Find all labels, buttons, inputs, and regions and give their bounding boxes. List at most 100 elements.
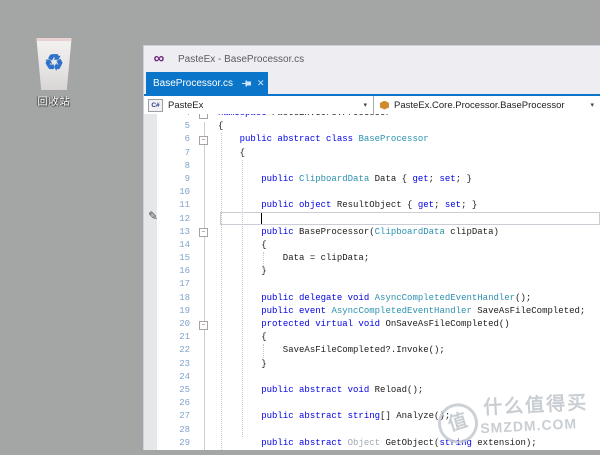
code-text: protected virtual void OnSaveAsFileCompl… bbox=[210, 318, 600, 331]
code-editor[interactable]: 4–namespace PasteEx.Core.Processor5{6– p… bbox=[144, 114, 600, 450]
line-number: 5 bbox=[144, 120, 190, 133]
recycle-bin-icon[interactable]: ♻ bbox=[34, 38, 74, 90]
fold-margin bbox=[190, 437, 210, 450]
class-icon bbox=[380, 101, 389, 110]
recycle-icon: ♻ bbox=[34, 52, 74, 74]
tab-baseprocessor[interactable]: BaseProcessor.cs ✕ bbox=[146, 72, 268, 94]
line-number: 24 bbox=[144, 371, 190, 384]
code-text bbox=[210, 186, 600, 199]
code-text bbox=[210, 371, 600, 384]
code-line[interactable]: 18 public delegate void AsyncCompletedEv… bbox=[144, 292, 600, 305]
chevron-down-icon: ▾ bbox=[590, 101, 594, 109]
csharp-project-icon: C# bbox=[148, 99, 163, 112]
code-line[interactable]: 12 bbox=[144, 213, 600, 226]
fold-margin bbox=[190, 265, 210, 278]
document-tab-strip: BaseProcessor.cs ✕ bbox=[144, 72, 600, 94]
code-line[interactable]: 28 bbox=[144, 424, 600, 437]
code-line[interactable]: 22 SaveAsFileCompleted?.Invoke(); bbox=[144, 344, 600, 357]
line-number: 21 bbox=[144, 331, 190, 344]
code-line[interactable]: 24 bbox=[144, 371, 600, 384]
type-dropdown-label: PasteEx.Core.Processor.BaseProcessor bbox=[394, 100, 565, 111]
code-line[interactable]: 20– protected virtual void OnSaveAsFileC… bbox=[144, 318, 600, 331]
code-text bbox=[210, 160, 600, 173]
code-text: public abstract string[] Analyze(); bbox=[210, 410, 600, 423]
type-dropdown[interactable]: PasteEx.Core.Processor.BaseProcessor ▾ bbox=[374, 96, 600, 114]
code-line[interactable]: 26 bbox=[144, 397, 600, 410]
fold-collapse-icon[interactable]: – bbox=[199, 114, 208, 119]
line-number: 16 bbox=[144, 265, 190, 278]
pin-icon[interactable] bbox=[241, 78, 252, 89]
line-number: 22 bbox=[144, 344, 190, 357]
code-line[interactable]: 16 } bbox=[144, 265, 600, 278]
fold-margin bbox=[190, 213, 210, 226]
code-line[interactable]: 14 { bbox=[144, 239, 600, 252]
code-line[interactable]: 19 public event AsyncCompletedEventHandl… bbox=[144, 305, 600, 318]
fold-margin bbox=[190, 305, 210, 318]
line-number: 6 bbox=[144, 133, 190, 146]
fold-margin bbox=[190, 410, 210, 423]
recycle-bin-shortcut[interactable]: ♻ 回收站 bbox=[22, 38, 86, 108]
line-number: 10 bbox=[144, 186, 190, 199]
code-text bbox=[210, 213, 600, 226]
tab-label: BaseProcessor.cs bbox=[153, 78, 233, 89]
fold-margin bbox=[190, 120, 210, 133]
line-number: 14 bbox=[144, 239, 190, 252]
fold-margin bbox=[190, 292, 210, 305]
code-line[interactable]: 15 Data = clipData; bbox=[144, 252, 600, 265]
code-text: { bbox=[210, 120, 600, 133]
code-line[interactable]: 25 public abstract void Reload(); bbox=[144, 384, 600, 397]
line-number: 17 bbox=[144, 278, 190, 291]
code-text: public object ResultObject { get; set; } bbox=[210, 199, 600, 212]
fold-margin bbox=[190, 252, 210, 265]
line-number: 18 bbox=[144, 292, 190, 305]
line-number: 26 bbox=[144, 397, 190, 410]
fold-margin bbox=[190, 424, 210, 437]
window-titlebar[interactable]: ∞ PasteEx - BaseProcessor.cs bbox=[144, 46, 600, 72]
code-line[interactable]: 21 { bbox=[144, 331, 600, 344]
fold-margin bbox=[190, 278, 210, 291]
code-line[interactable]: 6– public abstract class BaseProcessor bbox=[144, 133, 600, 146]
code-line[interactable]: 8 bbox=[144, 160, 600, 173]
recycle-bin-label: 回收站 bbox=[22, 93, 86, 108]
navigation-bar: C# PasteEx ▾ PasteEx.Core.Processor.Base… bbox=[144, 96, 600, 115]
fold-collapse-icon[interactable]: – bbox=[199, 136, 208, 145]
code-line[interactable]: 13– public BaseProcessor(ClipboardData c… bbox=[144, 226, 600, 239]
close-icon[interactable]: ✕ bbox=[257, 78, 265, 89]
fold-collapse-icon[interactable]: – bbox=[199, 228, 208, 237]
code-line[interactable]: 5{ bbox=[144, 120, 600, 133]
code-text: public abstract Object GetObject(string … bbox=[210, 437, 600, 450]
code-line[interactable]: 7 { bbox=[144, 147, 600, 160]
code-line[interactable]: 23 } bbox=[144, 358, 600, 371]
code-text bbox=[210, 278, 600, 291]
fold-collapse-icon[interactable]: – bbox=[199, 321, 208, 330]
code-text: Data = clipData; bbox=[210, 252, 600, 265]
project-dropdown-label: PasteEx bbox=[168, 100, 203, 111]
visual-studio-logo-icon: ∞ bbox=[150, 50, 168, 68]
code-line[interactable]: 17 bbox=[144, 278, 600, 291]
line-number: 13 bbox=[144, 226, 190, 239]
code-line[interactable]: 11 public object ResultObject { get; set… bbox=[144, 199, 600, 212]
fold-margin: – bbox=[190, 226, 210, 239]
line-number: 23 bbox=[144, 358, 190, 371]
code-text: } bbox=[210, 358, 600, 371]
line-number: 20 bbox=[144, 318, 190, 331]
fold-margin bbox=[190, 344, 210, 357]
project-dropdown[interactable]: C# PasteEx ▾ bbox=[144, 96, 373, 114]
code-text: SaveAsFileCompleted?.Invoke(); bbox=[210, 344, 600, 357]
fold-margin: – bbox=[190, 133, 210, 146]
fold-margin bbox=[190, 173, 210, 186]
code-line[interactable]: 9 public ClipboardData Data { get; set; … bbox=[144, 173, 600, 186]
code-line[interactable]: 27 public abstract string[] Analyze(); bbox=[144, 410, 600, 423]
code-line[interactable]: 29 public abstract Object GetObject(stri… bbox=[144, 437, 600, 450]
code-text bbox=[210, 397, 600, 410]
code-text: { bbox=[210, 147, 600, 160]
fold-margin bbox=[190, 160, 210, 173]
fold-margin: – bbox=[190, 318, 210, 331]
fold-margin bbox=[190, 371, 210, 384]
fold-margin bbox=[190, 186, 210, 199]
code-text: { bbox=[210, 239, 600, 252]
code-text bbox=[210, 424, 600, 437]
code-line[interactable]: 10 bbox=[144, 186, 600, 199]
line-number: 15 bbox=[144, 252, 190, 265]
code-text: public abstract void Reload(); bbox=[210, 384, 600, 397]
